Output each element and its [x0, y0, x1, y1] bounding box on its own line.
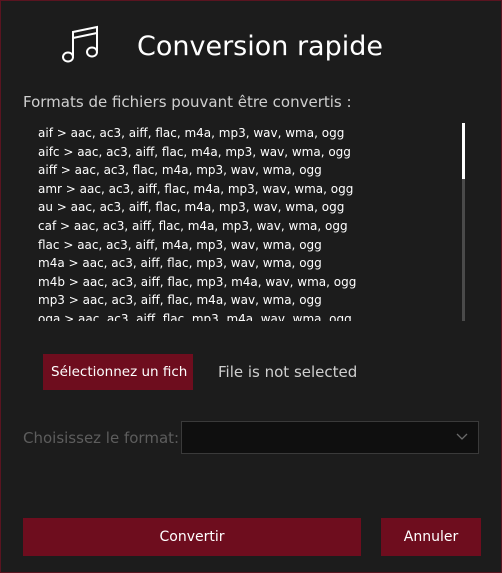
- list-item: caf > aac, ac3, aiff, flac, m4a, mp3, wa…: [38, 218, 348, 233]
- list-item: oga > aac, ac3, aiff, flac, mp3, m4a, wa…: [38, 311, 352, 321]
- app-window: Conversion rapide Formats de fichiers po…: [0, 0, 502, 573]
- format-select[interactable]: [181, 421, 479, 454]
- scrollbar-thumb[interactable]: [462, 123, 465, 179]
- list-item: m4a > aac, ac3, aiff, flac, mp3, wav, wm…: [38, 256, 322, 271]
- list-item: au > aac, ac3, aiff, flac, m4a, mp3, wav…: [38, 200, 345, 215]
- chevron-down-icon: [456, 433, 468, 440]
- convert-button[interactable]: Convertir: [23, 518, 361, 556]
- list-item: amr > aac, ac3, aiff, flac, m4a, mp3, wa…: [38, 181, 354, 196]
- music-note-icon: [62, 25, 98, 63]
- formats-label: Formats de fichiers pouvant être convert…: [23, 93, 352, 111]
- formats-scrollbar[interactable]: [462, 123, 465, 321]
- page-title: Conversion rapide: [137, 31, 383, 62]
- list-item: m4b > aac, ac3, aiff, flac, mp3, m4a, wa…: [38, 274, 357, 289]
- list-item: flac > aac, ac3, aiff, m4a, mp3, wav, wm…: [38, 237, 322, 252]
- cancel-button[interactable]: Annuler: [381, 518, 481, 556]
- format-label: Choisissez le format:: [23, 429, 180, 447]
- list-item: mp3 > aac, ac3, aiff, flac, m4a, wav, wm…: [38, 293, 322, 308]
- file-status-text: File is not selected: [218, 363, 358, 381]
- list-item: aif > aac, ac3, aiff, flac, m4a, mp3, wa…: [38, 126, 345, 140]
- formats-list: aif > aac, ac3, aiff, flac, m4a, mp3, wa…: [38, 124, 458, 321]
- list-item: aiff > aac, ac3, flac, m4a, mp3, wav, wm…: [38, 163, 322, 178]
- formats-list-box[interactable]: aif > aac, ac3, aiff, flac, m4a, mp3, wa…: [38, 124, 458, 321]
- select-file-button[interactable]: Sélectionnez un fich: [43, 354, 193, 390]
- list-item: aifc > aac, ac3, aiff, flac, m4a, mp3, w…: [38, 144, 351, 159]
